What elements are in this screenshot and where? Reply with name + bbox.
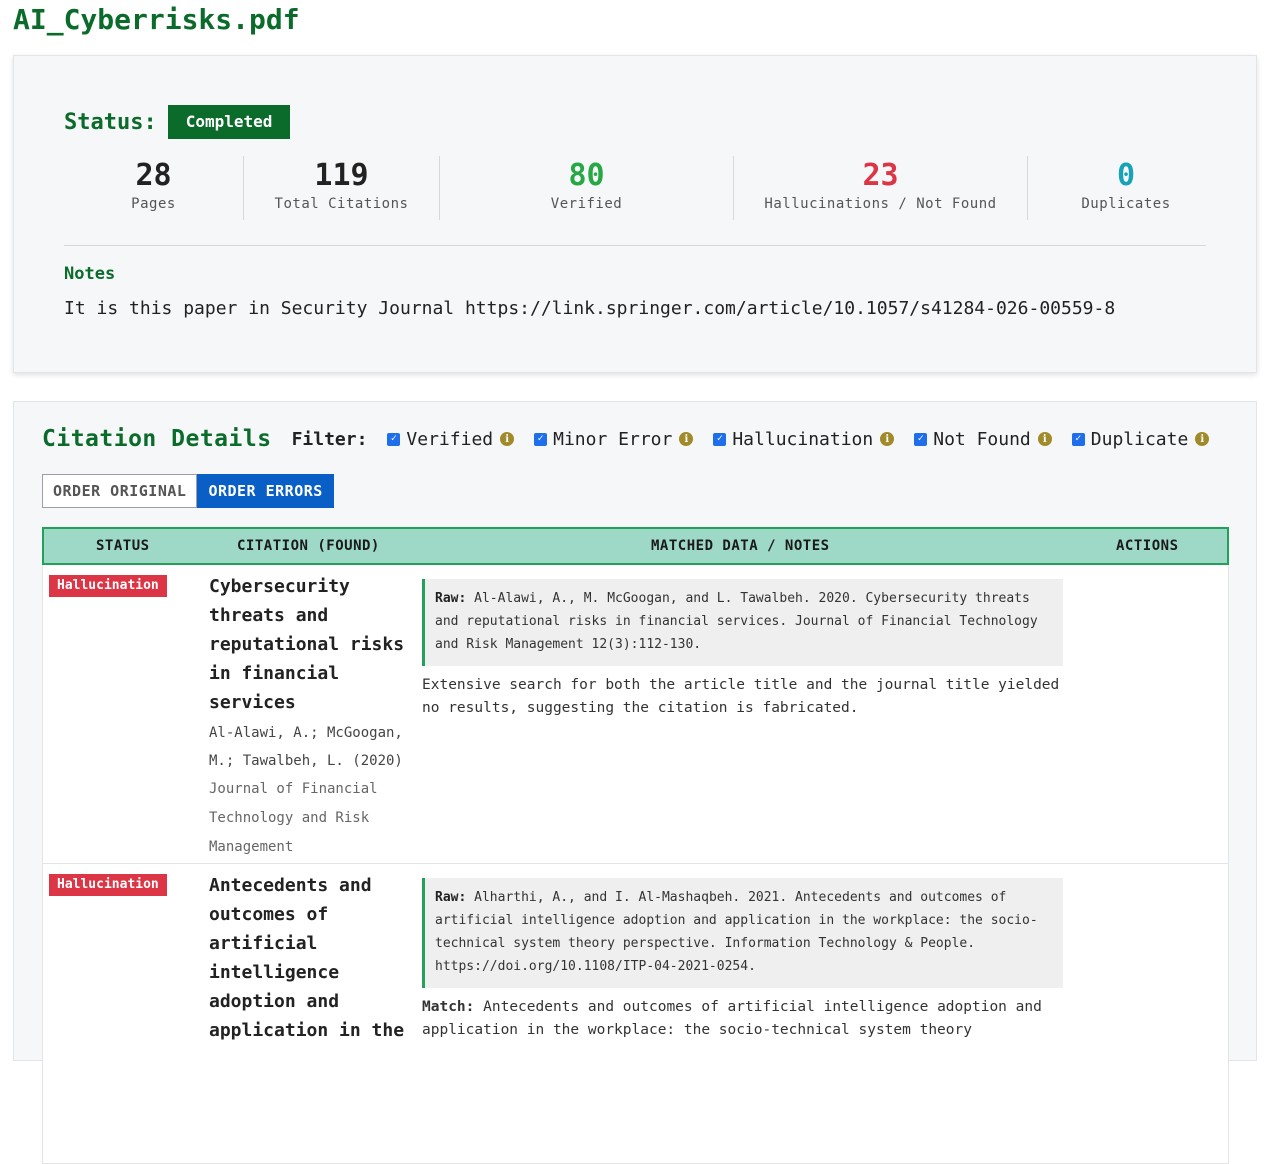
stat-hallucinations: 23 Hallucinations / Not Found [734,156,1028,220]
stat-label: Pages [131,196,176,212]
column-header-citation: CITATION (FOUND) [237,538,380,554]
order-original-button[interactable]: ORDER ORIGINAL [42,474,198,508]
stat-label: Hallucinations / Not Found [764,196,997,212]
checkbox-not-found[interactable]: ✓ [914,432,928,446]
raw-citation-box: Raw: Alharthi, A., and I. Al-Mashaqbeh. … [422,878,1063,988]
citations-table: STATUS CITATION (FOUND) MATCHED DATA / N… [42,527,1229,1164]
filter-label-not-found: Not Found [933,428,1031,450]
filter-verified[interactable]: ✓ Verified i [387,428,515,450]
table-row: Hallucination Antecedents and outcomes o… [42,864,1229,1164]
matched-data-cell: Raw: Alharthi, A., and I. Al-Mashaqbeh. … [422,878,1063,1042]
filter-label-minor-error: Minor Error [553,428,673,450]
notes-label: Notes [64,264,116,284]
filter-label-hallucination: Hallucination [732,428,874,450]
stat-value: 119 [314,158,369,193]
info-icon[interactable]: i [1037,432,1052,446]
stat-duplicates: 0 Duplicates [1028,156,1224,220]
citation-journal: Journal of Financial Technology and Risk… [209,781,378,855]
raw-citation-text: Alharthi, A., and I. Al-Mashaqbeh. 2021.… [435,890,1038,974]
citation-title: Cybersecurity threats and reputational r… [209,576,405,713]
filter-label: Filter: [291,428,368,450]
stat-value: 0 [1116,158,1136,193]
column-header-matched-data: MATCHED DATA / NOTES [651,538,830,554]
matched-data-cell: Raw: Al-Alawi, A., M. McGoogan, and L. T… [422,579,1063,720]
raw-label: Raw: [435,591,467,606]
info-icon[interactable]: i [679,432,694,446]
status-card: Status: Completed 28 Pages 119 Total Cit… [13,55,1257,373]
checkbox-verified[interactable]: ✓ [387,432,401,446]
citation-authors: Al-Alawi, A.; McGoogan, M.; Tawalbeh, L.… [209,725,403,769]
status-label: Status: [64,109,157,135]
stat-pages: 28 Pages [64,156,244,220]
stat-total-citations: 119 Total Citations [244,156,440,220]
divider [64,245,1206,246]
raw-label: Raw: [435,890,467,905]
citation-title: Antecedents and outcomes of artificial i… [209,875,405,1041]
info-icon[interactable]: i [880,432,895,446]
table-header: STATUS CITATION (FOUND) MATCHED DATA / N… [42,527,1229,565]
raw-citation-text: Al-Alawi, A., M. McGoogan, and L. Tawalb… [435,591,1038,652]
status-badge-hallucination: Hallucination [49,874,167,896]
filter-label-duplicate: Duplicate [1090,428,1189,450]
stat-label: Verified [550,196,623,212]
match-text: Match: Antecedents and outcomes of artif… [422,996,1063,1042]
match-value: Antecedents and outcomes of artificial i… [422,999,1042,1038]
match-label: Match: [422,999,475,1015]
status-row: Status: Completed [64,105,291,139]
status-badge: Completed [167,105,291,139]
filter-duplicate[interactable]: ✓ Duplicate i [1071,428,1210,450]
filter-minor-error[interactable]: ✓ Minor Error i [534,428,694,450]
filter-not-found[interactable]: ✓ Not Found i [914,429,1052,450]
column-header-status: STATUS [96,538,150,554]
info-icon[interactable]: i [1195,432,1210,446]
notes-text: It is this paper in Security Journal htt… [64,298,1116,319]
details-header: Citation Details Filter: ✓ Verified i ✓ … [42,426,1210,452]
column-header-actions: ACTIONS [1116,538,1179,554]
raw-citation-box: Raw: Al-Alawi, A., M. McGoogan, and L. T… [422,579,1063,666]
table-row: Hallucination Cybersecurity threats and … [42,565,1229,864]
details-title: Citation Details [42,426,272,452]
stat-label: Total Citations [274,196,409,212]
page-title: AI_Cyberrisks.pdf [13,3,300,36]
status-badge-hallucination: Hallucination [49,575,167,597]
stat-value: 80 [568,158,605,193]
verification-note: Extensive search for both the article ti… [422,677,1060,716]
citation-cell: Cybersecurity threats and reputational r… [209,572,414,862]
stat-value: 28 [135,158,172,193]
info-icon[interactable]: i [500,432,515,446]
filter-label-verified: Verified [406,428,494,450]
filter-hallucination[interactable]: ✓ Hallucination i [713,428,895,450]
checkbox-minor-error[interactable]: ✓ [534,432,548,446]
order-errors-button[interactable]: ORDER ERRORS [197,474,334,508]
citation-cell: Antecedents and outcomes of artificial i… [209,871,414,1045]
checkbox-hallucination[interactable]: ✓ [713,432,727,446]
citation-details-card: Citation Details Filter: ✓ Verified i ✓ … [13,401,1257,1164]
stat-label: Duplicates [1081,196,1171,212]
stats-row: 28 Pages 119 Total Citations 80 Verified… [64,156,1206,220]
checkbox-duplicate[interactable]: ✓ [1071,432,1085,446]
order-toggle: ORDER ORIGINAL ORDER ERRORS [42,474,334,508]
stat-value: 23 [862,158,899,193]
stat-verified: 80 Verified [440,156,734,220]
